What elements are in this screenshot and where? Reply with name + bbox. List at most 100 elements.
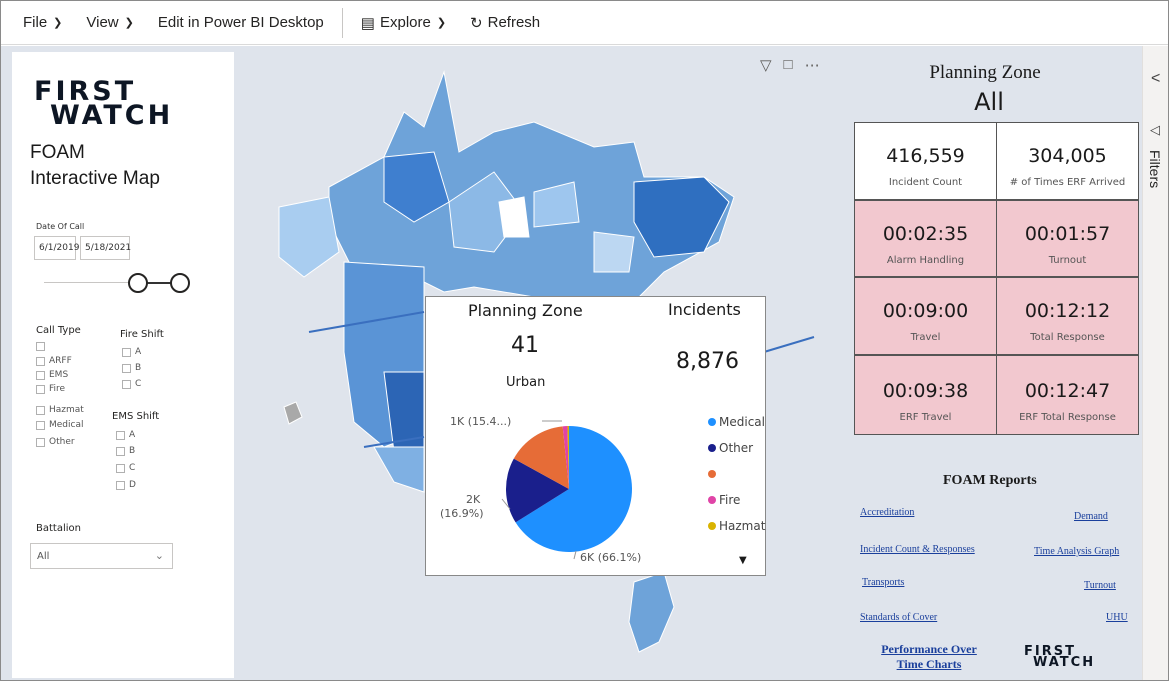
demand-link[interactable]: Demand [1074, 511, 1108, 522]
kpi-label: Total Response [1030, 332, 1105, 343]
legend-item[interactable]: Fire [708, 487, 765, 513]
call-type-option: Other [49, 437, 75, 447]
fire-shift-option: B [135, 363, 142, 373]
kpi-value: 00:09:00 [882, 300, 969, 322]
map-tooltip: Planning Zone Incidents 41 8,876 Urban 1… [425, 296, 766, 576]
edit-desktop-label: Edit in Power BI Desktop [157, 14, 324, 31]
call-type-medical-checkbox[interactable]: Medical [36, 420, 83, 430]
firstwatch-logo: FIRST WATCH [30, 78, 220, 132]
legend-item[interactable]: Other [708, 435, 765, 461]
file-menu[interactable]: File ❯ [1, 1, 74, 44]
fire-shift-label: Fire Shift [120, 329, 164, 340]
refresh-button[interactable]: ↻ Refresh [458, 1, 552, 44]
filters-label: Filters [1147, 150, 1163, 189]
map-zone [283, 401, 303, 425]
legend-item[interactable]: Medical [708, 409, 765, 435]
call-type-other-checkbox[interactable]: Other [36, 437, 75, 447]
kpi-alarm-handling: 00:02:35 Alarm Handling [854, 200, 997, 277]
kpi-erf-total-response: 00:12:47 ERF Total Response [996, 355, 1139, 435]
fire-shift-c-checkbox[interactable]: C [122, 379, 141, 389]
date-slider-end-handle[interactable] [170, 273, 190, 293]
pie-label-blank: 1K (15.4...) [450, 415, 512, 428]
legend-label: Medical [719, 415, 765, 429]
date-start-input[interactable]: 6/1/2019 [34, 236, 79, 260]
explore-icon: ▤ [360, 14, 375, 32]
kpi-value: 304,005 [1028, 145, 1107, 167]
more-options-icon[interactable]: ⋯ [805, 56, 820, 74]
battalion-dropdown[interactable]: All ⌄ [30, 543, 173, 569]
turnout-link[interactable]: Turnout [1084, 580, 1116, 591]
caret-down-icon[interactable]: ▼ [739, 555, 747, 566]
reports-title: FOAM Reports [943, 473, 1037, 488]
legend-dot [708, 418, 716, 426]
kpi-label: ERF Travel [899, 412, 952, 423]
ems-shift-c-checkbox[interactable]: C [116, 463, 135, 473]
edit-desktop-button[interactable]: Edit in Power BI Desktop [146, 1, 336, 44]
visual-header-icons: ▽ □ ⋯ [760, 56, 820, 74]
performance-over-time-link[interactable]: Performance Over Time Charts [868, 642, 990, 672]
legend-item[interactable] [708, 461, 765, 487]
kpi-value: 00:12:47 [1024, 380, 1111, 402]
ems-shift-a-checkbox[interactable]: A [116, 430, 135, 440]
fire-shift-a-checkbox[interactable]: A [122, 347, 141, 357]
accreditation-link[interactable]: Accreditation [860, 507, 914, 518]
transports-link[interactable]: Transports [862, 577, 904, 588]
map-road [763, 336, 815, 353]
fire-shift-option: A [135, 347, 142, 357]
firstwatch-logo-small: FIRST WATCH [1022, 645, 1095, 669]
filter-icon[interactable]: ▽ [760, 56, 772, 74]
map-zone [498, 196, 530, 238]
ems-shift-d-checkbox[interactable]: D [116, 480, 136, 490]
kpi-total-response: 00:12:12 Total Response [996, 277, 1139, 355]
map-zone [593, 231, 635, 273]
date-slider-start-handle[interactable] [128, 273, 148, 293]
kpi-label: # of Times ERF Arrived [1009, 177, 1126, 188]
pie-label-medical: 6K (66.1%) [580, 551, 642, 564]
kpi-erf-arrived: 304,005 # of Times ERF Arrived [996, 122, 1139, 200]
fire-shift-b-checkbox[interactable]: B [122, 363, 141, 373]
toolbar: File ❯ View ❯ Edit in Power BI Desktop ▤ Ex… [1, 1, 1168, 45]
focus-mode-icon[interactable]: □ [784, 56, 793, 74]
kpi-erf-travel: 00:09:38 ERF Travel [854, 355, 997, 435]
fire-shift-option: C [135, 379, 142, 389]
legend-item[interactable]: Hazmat [708, 513, 765, 539]
standards-of-cover-link[interactable]: Standards of Cover [860, 612, 937, 623]
map-zone [633, 176, 730, 258]
call-type-hazmat-checkbox[interactable]: Hazmat [36, 405, 84, 415]
battalion-value: All [37, 551, 50, 562]
call-type-option: Fire [49, 384, 66, 394]
logo-line2: WATCH [50, 100, 174, 132]
chevron-down-icon: ⌄ [154, 549, 164, 562]
date-end-input[interactable]: 5/18/2021 [80, 236, 131, 260]
view-menu[interactable]: View ❯ [74, 1, 145, 44]
ems-shift-b-checkbox[interactable]: B [116, 446, 135, 456]
call-type-ems-checkbox[interactable]: EMS [36, 370, 68, 380]
call-type-blank-checkbox[interactable] [36, 342, 49, 351]
kpi-value: 00:01:57 [1024, 223, 1111, 245]
chevron-down-icon: ❯ [124, 17, 134, 29]
filter-icon: ◁ [1150, 122, 1160, 137]
explore-menu[interactable]: ▤ Explore ❯ [349, 1, 458, 44]
collapse-chevron-icon[interactable]: < [1151, 70, 1160, 88]
call-type-arff-checkbox[interactable]: ARFF [36, 356, 72, 366]
chevron-down-icon: ❯ [436, 17, 447, 29]
kpi-incident-count: 416,559 Incident Count [854, 122, 997, 200]
uhu-link[interactable]: UHU [1106, 612, 1128, 623]
kpi-label: Incident Count [888, 177, 963, 188]
legend-label: Fire [719, 493, 741, 507]
map-zone [628, 571, 675, 653]
view-menu-label: View [86, 14, 119, 31]
legend-dot [708, 470, 716, 478]
legend-dot [708, 444, 716, 452]
legend-label: Hazmat [719, 519, 766, 533]
map-zone [278, 196, 340, 278]
incident-count-responses-link[interactable]: Incident Count & Responses [860, 544, 975, 555]
legend-dot [708, 522, 716, 530]
filters-pane[interactable]: < ◁ Filters [1142, 46, 1168, 680]
pie-label-other-pct: (16.9%) [440, 507, 484, 520]
pie-leader-line [573, 550, 577, 560]
kpi-value: 00:09:38 [882, 380, 969, 402]
planning-zone-title: Planning Zone [929, 62, 1041, 83]
time-analysis-graph-link[interactable]: Time Analysis Graph [1034, 546, 1119, 557]
call-type-fire-checkbox[interactable]: Fire [36, 384, 65, 394]
